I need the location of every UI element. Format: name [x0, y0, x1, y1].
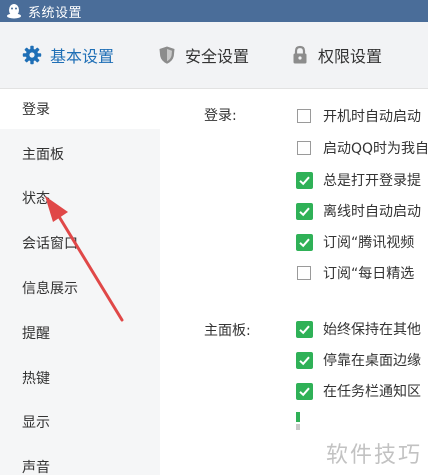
sidebar-item-label: 状态 — [22, 191, 50, 207]
option-taskbar-notification-area[interactable]: 在任务栏通知区 — [296, 381, 421, 401]
option-label: 始终保持在其他 — [323, 322, 421, 338]
checkmark-icon — [299, 356, 310, 365]
option-label: 在任务栏通知区 — [323, 384, 421, 400]
sidebar-item-reminder[interactable]: 提醒 — [0, 313, 160, 353]
watermark-logo-icon — [296, 412, 300, 430]
checkbox[interactable] — [297, 109, 311, 123]
sidebar-item-label: 声音 — [22, 460, 50, 475]
option-label: 开机时自动启动 — [323, 109, 421, 125]
option-always-on-top[interactable]: 始终保持在其他 — [296, 319, 421, 339]
checkbox-checked[interactable] — [296, 382, 313, 400]
option-on-qq-start[interactable]: 启动QQ时为我自 — [297, 138, 428, 158]
tab-label: 权限设置 — [318, 47, 383, 66]
option-subscribe-daily-picks[interactable]: 订阅“每日精选 — [297, 263, 414, 283]
option-always-open-login-tip[interactable]: 总是打开登录提 — [296, 170, 421, 190]
tab-basic-settings[interactable]: 基本设置 — [22, 22, 114, 88]
checkbox[interactable] — [297, 141, 311, 155]
sidebar-item-info-display[interactable]: 信息展示 — [0, 268, 160, 308]
option-label: 总是打开登录提 — [323, 173, 421, 189]
checkmark-icon — [299, 325, 310, 334]
option-label: 启动QQ时为我自 — [323, 141, 428, 157]
sidebar-item-main-panel[interactable]: 主面板 — [0, 134, 160, 174]
checkbox-checked[interactable] — [296, 202, 313, 220]
window-title: 系统设置 — [28, 5, 83, 21]
watermark-text: 软件技巧 — [325, 443, 422, 468]
title-bar: 系统设置 — [0, 0, 428, 22]
option-label: 离线时自动启动 — [323, 204, 421, 220]
sidebar-item-label: 登录 — [22, 102, 50, 118]
sidebar-item-label: 提醒 — [22, 326, 50, 342]
sidebar-item-hotkeys[interactable]: 热键 — [0, 358, 160, 398]
checkbox-checked[interactable] — [296, 320, 313, 338]
gear-icon — [22, 45, 42, 65]
tab-permission-settings[interactable]: 权限设置 — [290, 22, 382, 88]
option-subscribe-tencent-video[interactable]: 订阅“腾讯视频 — [296, 232, 415, 252]
checkmark-icon — [299, 176, 310, 185]
checkbox-checked[interactable] — [296, 351, 313, 369]
shield-icon — [157, 45, 177, 65]
settings-content: 登录: 开机时自动启动 启动QQ时为我自 总是打开登录提 离线时自动启动 订阅“… — [160, 89, 428, 475]
checkmark-icon — [299, 238, 310, 247]
section-label-main-panel: 主面板: — [204, 323, 251, 339]
checkbox[interactable] — [297, 266, 311, 280]
checkmark-icon — [299, 387, 310, 396]
tab-label: 安全设置 — [185, 47, 250, 66]
tab-security-settings[interactable]: 安全设置 — [157, 22, 249, 88]
sidebar-item-display[interactable]: 显示 — [0, 402, 160, 442]
option-offline-auto-start[interactable]: 离线时自动启动 — [296, 201, 421, 221]
section-label-login: 登录: — [204, 108, 237, 124]
sidebar-item-label: 会话窗口 — [22, 236, 78, 252]
qq-penguin-icon — [7, 4, 21, 19]
sidebar-item-status[interactable]: 状态 — [0, 178, 160, 218]
option-label: 停靠在桌面边缘 — [323, 353, 421, 369]
checkmark-icon — [299, 207, 310, 216]
settings-tab-bar: 基本设置 安全设置 权限设置 — [0, 22, 428, 89]
option-dock-to-desktop-edge[interactable]: 停靠在桌面边缘 — [296, 350, 421, 370]
tab-label: 基本设置 — [50, 47, 115, 66]
sidebar-item-label: 显示 — [22, 415, 50, 431]
option-auto-start-on-boot[interactable]: 开机时自动启动 — [297, 106, 421, 126]
settings-sidebar: 登录 主面板 状态 会话窗口 信息展示 提醒 热键 显示 声音 — [0, 89, 160, 475]
sidebar-item-sound[interactable]: 声音 — [0, 447, 160, 475]
sidebar-item-label: 主面板 — [22, 147, 64, 163]
option-label: 订阅“每日精选 — [323, 266, 415, 282]
sidebar-item-label: 热键 — [22, 371, 50, 387]
sidebar-item-chat-window[interactable]: 会话窗口 — [0, 223, 160, 263]
checkbox-checked[interactable] — [296, 233, 313, 251]
checkbox-checked[interactable] — [296, 171, 313, 189]
lock-icon — [290, 45, 310, 65]
sidebar-item-login[interactable]: 登录 — [0, 89, 160, 129]
option-label: 订阅“腾讯视频 — [323, 235, 415, 251]
sidebar-item-label: 信息展示 — [22, 281, 78, 297]
